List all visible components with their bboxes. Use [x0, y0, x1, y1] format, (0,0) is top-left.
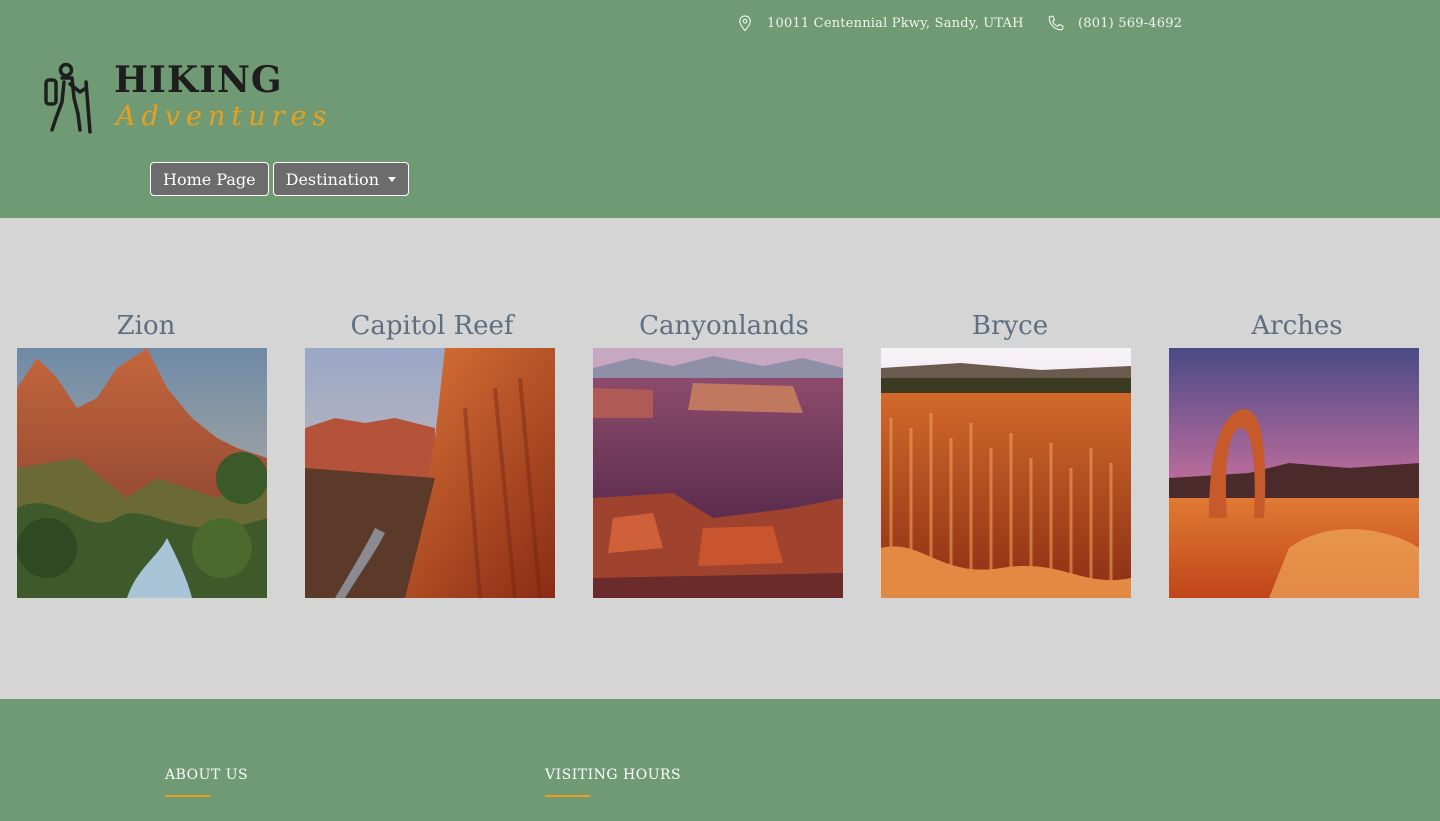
main-nav: Home Page Destination — [150, 162, 409, 196]
caret-down-icon — [388, 176, 396, 182]
phone-icon — [1046, 13, 1066, 33]
heading-underline — [545, 795, 590, 797]
hours-heading: VISITING HOURS — [545, 767, 682, 783]
hiker-icon — [44, 62, 92, 134]
map-pin-icon — [735, 13, 755, 33]
footer-hours: VISITING HOURS — [545, 767, 681, 797]
logo-title: HIKING — [114, 59, 283, 101]
address-contact: 10011 Centennial Pkwy, Sandy, UTAH — [735, 13, 1024, 33]
park-title: Zion — [116, 311, 176, 341]
site-footer: ABOUT US VISITING HOURS — [0, 699, 1440, 821]
phone-contact: (801) 569-4692 — [1046, 13, 1182, 33]
destination-dropdown[interactable]: Destination — [272, 162, 409, 196]
park-title: Arches — [1251, 311, 1343, 341]
site-logo[interactable]: HIKING Adventures — [42, 58, 326, 138]
about-heading: ABOUT US — [165, 767, 249, 783]
park-card-canyonlands[interactable]: Canyonlands — [593, 308, 843, 598]
park-title: Canyonlands — [639, 311, 809, 341]
park-title: Bryce — [971, 311, 1049, 341]
phone-text: (801) 569-4692 — [1078, 15, 1183, 31]
heading-underline — [165, 795, 210, 797]
park-card-capitol-reef[interactable]: Capitol Reef — [305, 308, 555, 598]
capitol-reef-image[interactable] — [305, 348, 555, 598]
footer-about: ABOUT US — [165, 767, 248, 797]
address-text: 10011 Centennial Pkwy, Sandy, UTAH — [767, 15, 1024, 31]
site-header: 10011 Centennial Pkwy, Sandy, UTAH (801)… — [0, 0, 1440, 218]
canyonlands-image[interactable] — [593, 348, 843, 598]
destinations-section: Zion Capitol Reef Canyonlands Bryce Arch… — [0, 218, 1440, 699]
zion-image[interactable] — [17, 348, 267, 598]
park-card-arches[interactable]: Arches — [1169, 308, 1419, 598]
home-page-button[interactable]: Home Page — [150, 162, 269, 196]
park-title: Capitol Reef — [350, 311, 514, 341]
park-card-zion[interactable]: Zion — [17, 308, 267, 598]
logo-subtitle: Adventures — [116, 101, 333, 132]
park-card-bryce[interactable]: Bryce — [881, 308, 1131, 598]
bryce-image[interactable] — [881, 348, 1131, 598]
arches-image[interactable] — [1169, 348, 1419, 598]
destination-label: Destination — [285, 169, 379, 189]
home-page-label: Home Page — [163, 169, 256, 189]
